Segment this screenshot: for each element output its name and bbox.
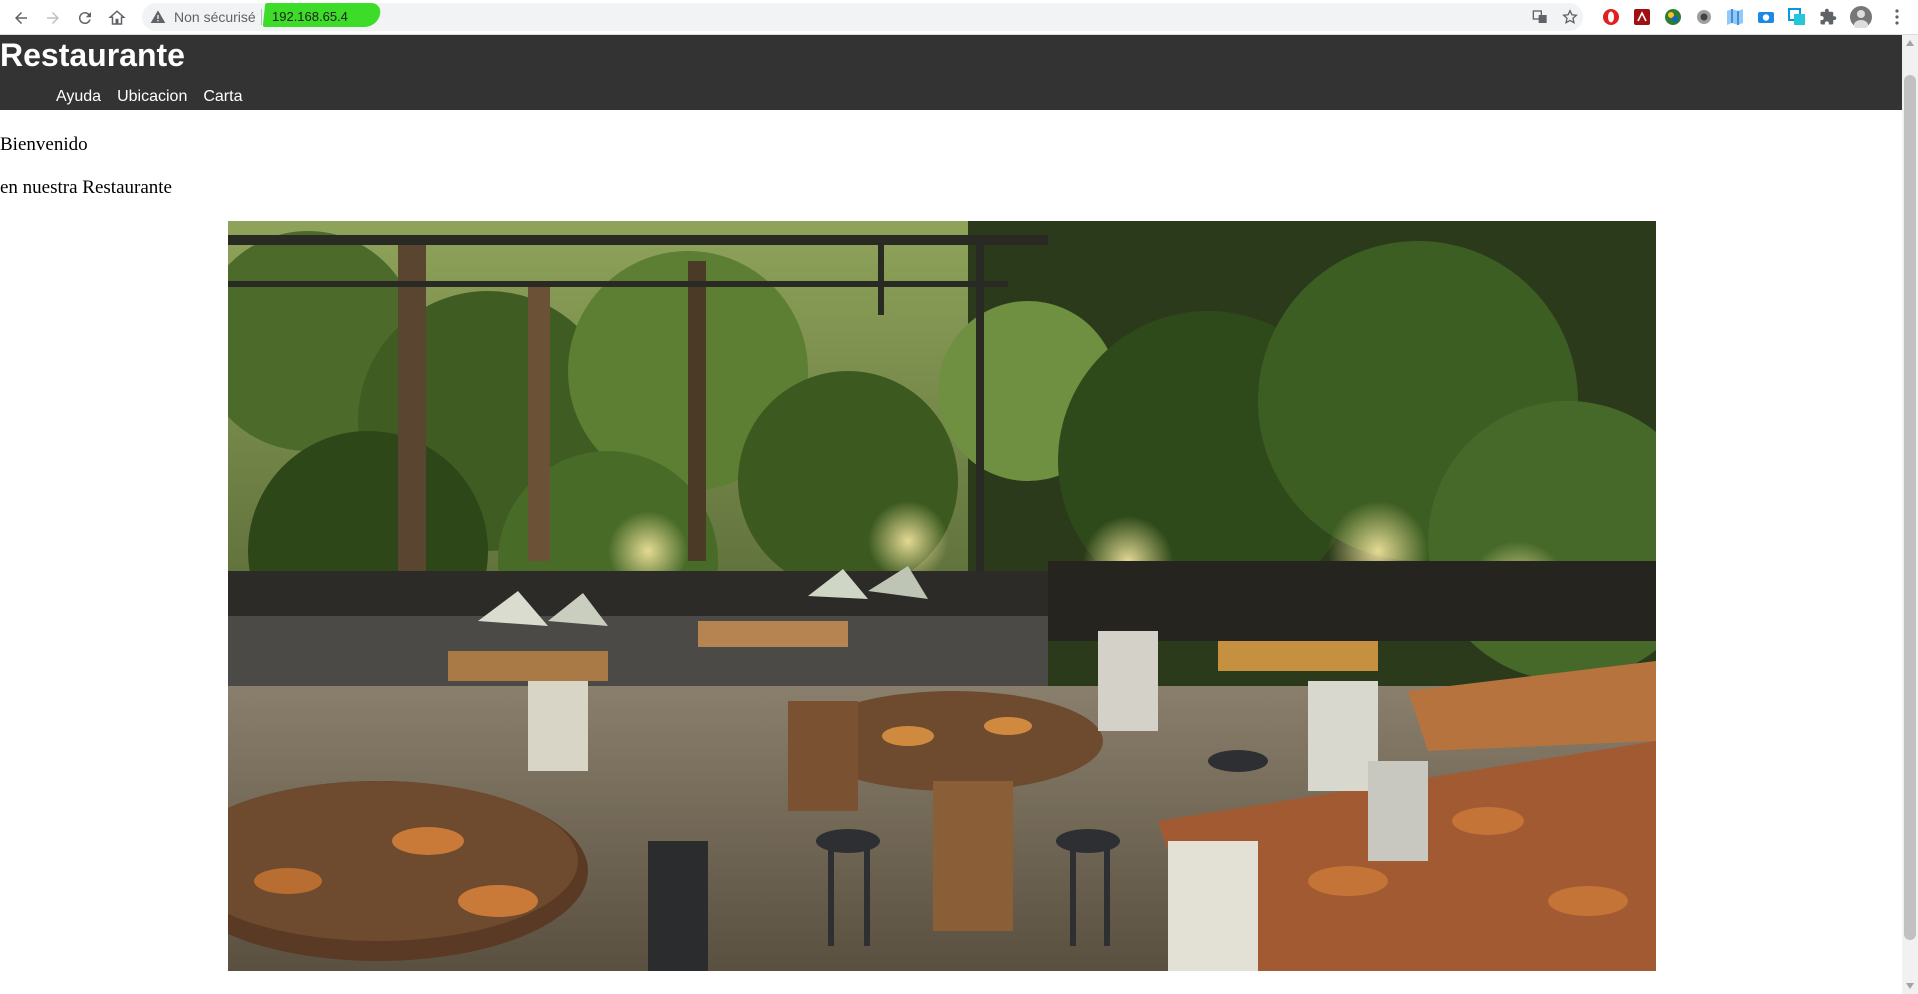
pdf-extension-icon[interactable] <box>1633 8 1651 26</box>
site-header: Restaurante Ayuda Ubicacion Carta <box>0 35 1902 110</box>
back-button[interactable] <box>8 5 34 31</box>
separator <box>261 9 262 25</box>
browser-toolbar: Non sécurisé 192.168.65.4 <box>0 0 1918 35</box>
vertical-scrollbar[interactable] <box>1902 35 1918 994</box>
scrollbar-thumb[interactable] <box>1904 75 1916 940</box>
site-title: Restaurante <box>0 37 185 73</box>
home-icon <box>108 10 126 25</box>
url-text[interactable]: 192.168.65.4 <box>272 9 348 25</box>
site-nav: Ayuda Ubicacion Carta <box>56 87 258 107</box>
globe-extension-icon[interactable] <box>1664 8 1682 26</box>
address-bar[interactable]: Non sécurisé 192.168.65.4 <box>142 3 1583 31</box>
welcome-text: Bienvenido <box>0 134 88 155</box>
arrow-right-icon <box>47 12 59 24</box>
translate-icon[interactable] <box>1532 9 1548 25</box>
opera-extension-icon[interactable] <box>1602 8 1620 26</box>
reload-button[interactable] <box>72 5 98 31</box>
menu-kebab-icon[interactable] <box>1888 8 1906 26</box>
reload-icon <box>78 12 91 25</box>
puzzle-icon[interactable] <box>1819 8 1837 26</box>
screen-extension-icon[interactable] <box>1788 8 1806 26</box>
scroll-down-arrow-icon[interactable] <box>1902 978 1918 994</box>
arrow-left-icon <box>15 12 27 24</box>
restaurant-photo <box>228 221 1656 971</box>
welcome-subtitle: en nuestra Restaurante <box>0 177 172 198</box>
profile-avatar[interactable] <box>1850 6 1872 28</box>
spy-extension-icon[interactable] <box>1695 8 1713 26</box>
home-button[interactable] <box>104 5 130 31</box>
camera-extension-icon[interactable] <box>1757 8 1775 26</box>
nav-link-ayuda[interactable]: Ayuda <box>56 87 101 107</box>
nav-link-ubicacion[interactable]: Ubicacion <box>117 87 187 107</box>
forward-button[interactable] <box>40 5 66 31</box>
security-label[interactable]: Non sécurisé <box>174 9 256 25</box>
star-icon[interactable] <box>1562 9 1578 25</box>
warning-icon[interactable] <box>150 9 166 25</box>
scroll-up-arrow-icon[interactable] <box>1902 35 1918 51</box>
map-extension-icon[interactable] <box>1726 8 1744 26</box>
nav-link-carta[interactable]: Carta <box>203 87 242 107</box>
